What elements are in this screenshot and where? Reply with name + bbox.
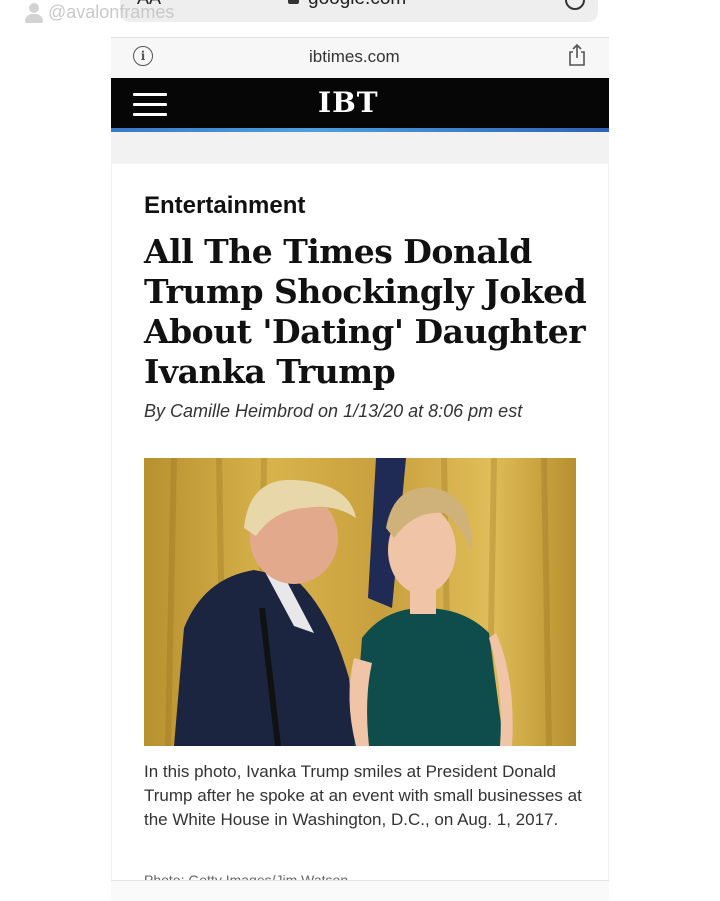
article-byline: By Camille Heimbrod on 1/13/20 at 8:06 p… xyxy=(144,401,523,421)
article-photo xyxy=(144,458,576,746)
site-logo[interactable]: IBT xyxy=(318,86,379,119)
lock-icon xyxy=(288,0,299,4)
hamburger-icon[interactable] xyxy=(133,93,167,117)
share-icon[interactable] xyxy=(568,44,586,66)
info-icon[interactable]: i xyxy=(133,46,153,66)
article-category[interactable]: Entertainment xyxy=(144,192,305,220)
photo-caption: In this photo, Ivanka Trump smiles at Pr… xyxy=(144,762,582,829)
address-domain[interactable]: ibtimes.com xyxy=(309,47,400,67)
bottom-toolbar-edge xyxy=(111,880,609,901)
ad-band xyxy=(111,132,609,164)
top-domain-label[interactable]: google.com xyxy=(308,0,406,10)
article-headline: All The Times Donald Trump Shockingly Jo… xyxy=(144,232,587,391)
watermark-text: @avalonframes xyxy=(48,2,175,22)
person-icon xyxy=(24,2,44,23)
watermark: @avalonframes xyxy=(24,2,174,23)
